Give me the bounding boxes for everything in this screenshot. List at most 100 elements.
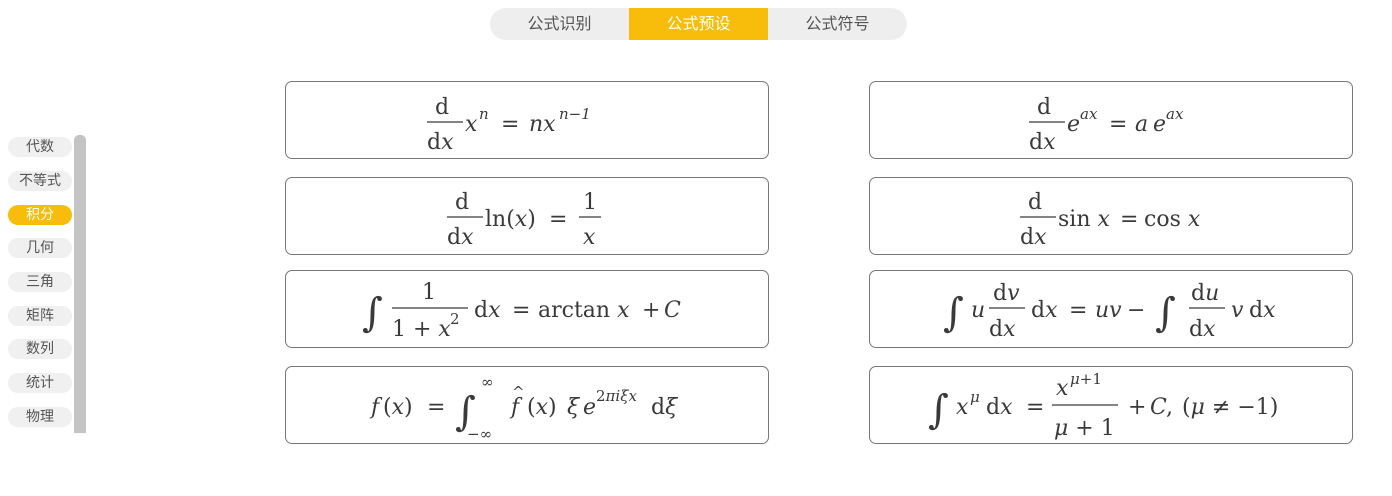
svg-text:∞: ∞ <box>481 373 494 391</box>
formula-card-deriv-exp[interactable]: d dx e ax = a e ax <box>869 81 1353 159</box>
svg-text:arctan x: arctan x <box>538 298 630 323</box>
svg-text:d: d <box>455 190 469 215</box>
svg-text:nx: nx <box>529 112 556 137</box>
formula-integral-power: ∫ x μ dx = x μ+1 μ + 1 + C , (μ ≠ −1) <box>928 370 1278 441</box>
svg-text:d: d <box>1028 190 1042 215</box>
formula-card-deriv-power[interactable]: d dx x n = nx n−1 <box>285 81 769 159</box>
svg-text:=: = <box>427 395 445 420</box>
svg-text:dξ: dξ <box>651 395 679 420</box>
svg-text:1 + x: 1 + x <box>392 317 451 342</box>
formula-integral-by-parts: ∫ u dv dx dx = uv − ∫ du dx v dx <box>943 281 1276 342</box>
category-physics[interactable]: 物理 <box>8 407 72 427</box>
svg-text:dv: dv <box>993 281 1020 306</box>
svg-text:=: = <box>1120 207 1138 232</box>
svg-text:1: 1 <box>422 280 436 305</box>
svg-text:e: e <box>1067 112 1080 137</box>
svg-text:+: + <box>1128 395 1146 420</box>
svg-text:x: x <box>465 112 478 137</box>
svg-text:e: e <box>1153 112 1166 137</box>
svg-text:dx: dx <box>986 395 1013 420</box>
category-trigonometry[interactable]: 三角 <box>8 272 72 292</box>
svg-text:x: x <box>1056 376 1069 401</box>
svg-text:f: f <box>369 395 383 420</box>
formula-card-integral-power[interactable]: ∫ x μ dx = x μ+1 μ + 1 + C , (μ ≠ −1) <box>869 366 1353 444</box>
svg-text:=: = <box>1026 395 1044 420</box>
svg-text:du: du <box>1191 281 1219 306</box>
formula-deriv-sin: d dx sin x = cos x <box>1020 190 1201 250</box>
svg-text:e: e <box>583 395 596 420</box>
svg-text:dx: dx <box>989 317 1016 342</box>
category-matrix[interactable]: 矩阵 <box>8 306 72 326</box>
svg-text:^: ^ <box>512 383 525 401</box>
svg-text:ax: ax <box>1080 105 1098 123</box>
category-inequality[interactable]: 不等式 <box>8 171 72 191</box>
formula-card-deriv-log[interactable]: d dx ln(x) = 1 x <box>285 177 769 255</box>
svg-text:d: d <box>435 95 449 120</box>
category-integral[interactable]: 积分 <box>8 205 72 225</box>
formula-deriv-log: d dx ln(x) = 1 x <box>447 190 601 250</box>
svg-text:(x): (x) <box>527 395 557 420</box>
formula-integral-arctan: ∫ 1 1 + x 2 dx = arctan x + C <box>362 280 681 342</box>
svg-text:∫: ∫ <box>943 290 964 336</box>
tab-formula-presets[interactable]: 公式预设 <box>629 8 768 40</box>
svg-text:∫: ∫ <box>928 387 949 433</box>
svg-text:dx: dx <box>474 298 501 323</box>
svg-text:=: = <box>1069 298 1087 323</box>
svg-text:ax: ax <box>1166 105 1184 123</box>
svg-text:2πiξx: 2πiξx <box>596 387 637 405</box>
svg-text:dx: dx <box>1020 225 1047 250</box>
category-algebra[interactable]: 代数 <box>8 137 72 157</box>
svg-text:a: a <box>1135 112 1148 137</box>
svg-text:n: n <box>479 105 489 123</box>
svg-text:C: C <box>1150 395 1167 420</box>
svg-text:,: , <box>1166 395 1173 420</box>
svg-text:1: 1 <box>583 190 597 215</box>
svg-text:=: = <box>549 207 567 232</box>
svg-text:ξ: ξ <box>567 395 581 420</box>
svg-text:dx: dx <box>1031 298 1058 323</box>
svg-text:x: x <box>583 225 596 250</box>
sidebar-scrollbar[interactable] <box>74 135 86 433</box>
svg-text:uv: uv <box>1095 298 1122 323</box>
svg-text:μ + 1: μ + 1 <box>1054 416 1115 441</box>
formula-card-fourier-transform[interactable]: f (x) = ∫ ∞ −∞ f ^ (x) ξ e 2πiξx dξ <box>285 366 769 444</box>
svg-text:∫: ∫ <box>362 290 383 336</box>
svg-text:n−1: n−1 <box>559 105 591 123</box>
svg-text:x: x <box>956 395 969 420</box>
category-statistics[interactable]: 统计 <box>8 373 72 393</box>
formula-deriv-power: d dx x n = nx n−1 <box>427 95 591 155</box>
formula-tab-bar: 公式识别 公式预设 公式符号 <box>490 8 907 40</box>
svg-text:dx: dx <box>1249 298 1276 323</box>
category-sidebar: 代数 不等式 积分 几何 三角 矩阵 数列 统计 物理 <box>8 135 88 435</box>
svg-text:2: 2 <box>450 310 460 328</box>
tab-formula-symbols[interactable]: 公式符号 <box>768 8 907 40</box>
formula-card-deriv-sin[interactable]: d dx sin x = cos x <box>869 177 1353 255</box>
svg-text:=: = <box>501 112 519 137</box>
formula-card-integral-by-parts[interactable]: ∫ u dv dx dx = uv − ∫ du dx v dx <box>869 270 1353 348</box>
svg-text:C: C <box>664 298 681 323</box>
category-geometry[interactable]: 几何 <box>8 238 72 258</box>
svg-text:ln(x): ln(x) <box>485 207 536 232</box>
svg-text:μ: μ <box>970 388 980 406</box>
formula-deriv-exp: d dx e ax = a e ax <box>1028 95 1184 155</box>
svg-text:dx: dx <box>427 130 454 155</box>
svg-text:(x): (x) <box>383 395 413 420</box>
svg-text:v: v <box>1231 298 1244 323</box>
svg-text:(μ ≠ −1): (μ ≠ −1) <box>1182 395 1278 420</box>
svg-text:+: + <box>642 298 660 323</box>
svg-text:=: = <box>1109 112 1127 137</box>
svg-text:−: − <box>1127 298 1145 323</box>
svg-text:d: d <box>1037 95 1051 120</box>
svg-text:−∞: −∞ <box>467 425 492 443</box>
svg-text:dx: dx <box>1029 130 1056 155</box>
tab-formula-recognition[interactable]: 公式识别 <box>490 8 629 40</box>
svg-text:dx: dx <box>447 225 474 250</box>
svg-text:sin x: sin x <box>1058 207 1111 232</box>
svg-text:dx: dx <box>1189 317 1216 342</box>
svg-text:∫: ∫ <box>1155 290 1176 336</box>
formula-fourier-transform: f (x) = ∫ ∞ −∞ f ^ (x) ξ e 2πiξx dξ <box>369 373 679 443</box>
category-sequence[interactable]: 数列 <box>8 339 72 359</box>
svg-text:μ+1: μ+1 <box>1070 370 1102 388</box>
svg-text:cos x: cos x <box>1144 207 1201 232</box>
formula-card-integral-arctan[interactable]: ∫ 1 1 + x 2 dx = arctan x + C <box>285 270 769 348</box>
